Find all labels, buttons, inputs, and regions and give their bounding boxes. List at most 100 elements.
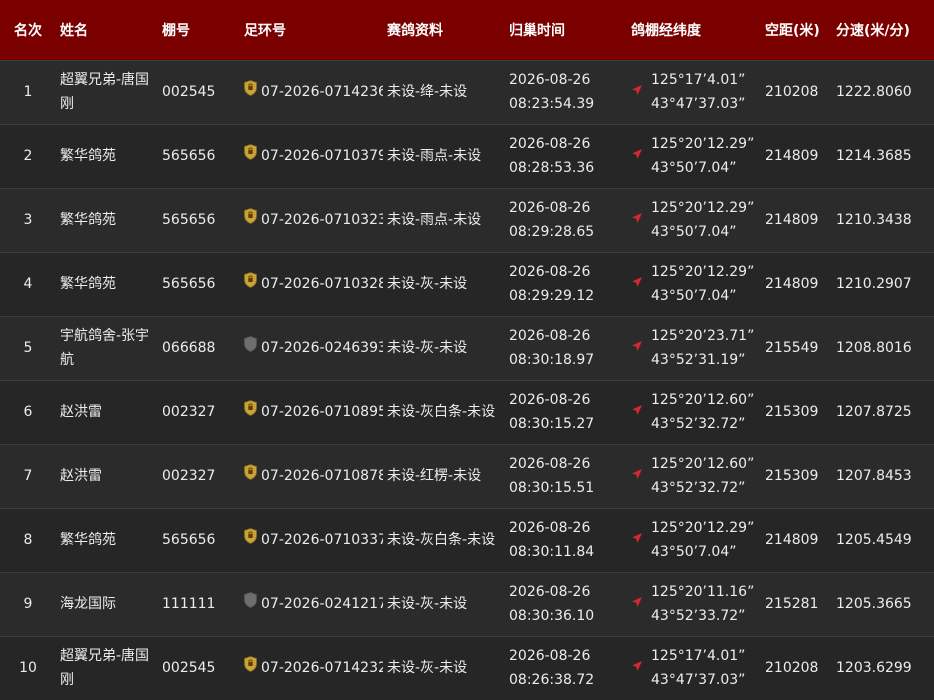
arrival-time: 08:26:38.72 xyxy=(509,672,595,689)
arrival-date: 2026-08-26 xyxy=(509,520,591,536)
location-arrow-icon xyxy=(631,336,651,360)
arrival-time: 08:30:15.51 xyxy=(509,480,595,496)
longitude: 125°17’4.01” xyxy=(651,72,746,88)
arrival-time: 08:29:28.65 xyxy=(509,224,595,240)
table-row: 6 赵洪雷 002327 07-2026-0710895 未设-灰白条-未设 2026-0… xyxy=(0,379,934,444)
arrival-date: 2026-08-26 xyxy=(509,648,591,665)
info-cell: 未设-雨点-未设 xyxy=(383,123,505,188)
header-rank: 名次 xyxy=(14,22,42,39)
speed-cell: 1205.3665 xyxy=(832,571,934,636)
loft-cell: 002545 xyxy=(158,59,240,124)
info-cell: 未设-灰-未设 xyxy=(383,571,505,636)
header-time: 归巢时间 xyxy=(509,22,565,39)
gold-shield-icon xyxy=(244,272,261,296)
gold-shield-icon xyxy=(244,400,261,424)
header-speed: 分速(米/分) xyxy=(836,22,910,39)
ring-number: 07-2026-0710895 xyxy=(261,404,383,420)
location-arrow-icon xyxy=(631,464,651,488)
longitude: 125°20’12.29” xyxy=(651,264,755,280)
longitude: 125°20’11.16” xyxy=(651,584,755,600)
location-arrow-icon xyxy=(631,144,651,168)
arrival-time: 08:30:36.10 xyxy=(509,608,595,624)
info-cell: 未设-灰-未设 xyxy=(383,315,505,380)
loft-cell: 111111 xyxy=(158,571,240,636)
speed-cell: 1210.2907 xyxy=(832,251,934,316)
speed-cell: 1203.6299 xyxy=(832,635,934,700)
rank-cell: 1 xyxy=(0,59,56,124)
loft-cell: 565656 xyxy=(158,123,240,188)
info-cell: 未设-灰-未设 xyxy=(383,251,505,316)
coords-cell: 125°20’12.29” 43°50’7.04” xyxy=(627,251,761,316)
rank-cell: 10 xyxy=(0,635,56,700)
name-cell: 海龙国际 xyxy=(56,571,158,636)
ring-cell: 07-2026-0710895 xyxy=(240,379,383,444)
distance-cell: 215281 xyxy=(761,571,832,636)
header-ring: 足环号 xyxy=(244,22,286,39)
ring-number: 07-2026-0710323 xyxy=(261,212,383,228)
loft-cell: 002545 xyxy=(158,635,240,700)
ring-cell: 07-2026-0710328 xyxy=(240,251,383,316)
rank-cell: 4 xyxy=(0,251,56,316)
ring-number: 07-2026-0710337 xyxy=(261,532,383,548)
gray-shield-icon xyxy=(244,592,261,616)
name-cell: 繁华鸽苑 xyxy=(56,507,158,572)
distance-cell: 214809 xyxy=(761,507,832,572)
gray-shield-icon xyxy=(244,336,261,360)
rank-cell: 5 xyxy=(0,315,56,380)
coords-cell: 125°17’4.01” 43°47’37.03” xyxy=(627,59,761,124)
coords-cell: 125°20’12.60” 43°52’32.72” xyxy=(627,379,761,444)
time-cell: 2026-08-26 08:30:15.27 xyxy=(505,379,627,444)
longitude: 125°20’23.71” xyxy=(651,328,755,344)
latitude: 43°47’37.03” xyxy=(651,672,746,689)
arrival-date: 2026-08-26 xyxy=(509,328,591,344)
latitude: 43°52’33.72” xyxy=(651,608,746,624)
name-cell: 繁华鸽苑 xyxy=(56,123,158,188)
arrival-time: 08:29:29.12 xyxy=(509,288,595,304)
latitude: 43°50’7.04” xyxy=(651,288,737,304)
gold-shield-icon xyxy=(244,144,261,168)
name-cell: 赵洪雷 xyxy=(56,379,158,444)
time-cell: 2026-08-26 08:28:53.36 xyxy=(505,123,627,188)
table-row: 3 繁华鸽苑 565656 07-2026-0710323 未设-雨点-未设 2026-0… xyxy=(0,187,934,252)
table-row: 4 繁华鸽苑 565656 07-2026-0710328 未设-灰-未设 2026-08… xyxy=(0,251,934,316)
arrival-date: 2026-08-26 xyxy=(509,392,591,408)
distance-cell: 214809 xyxy=(761,123,832,188)
longitude: 125°17’4.01” xyxy=(651,648,746,665)
location-arrow-icon xyxy=(631,592,651,616)
ring-number: 07-2026-0714232 xyxy=(261,660,383,677)
table-row: 7 赵洪雷 002327 07-2026-0710878 未设-红楞-未设 2026-08… xyxy=(0,443,934,508)
time-cell: 2026-08-26 08:29:29.12 xyxy=(505,251,627,316)
distance-cell: 214809 xyxy=(761,187,832,252)
gold-shield-icon xyxy=(244,208,261,232)
arrival-date: 2026-08-26 xyxy=(509,200,591,216)
ring-cell: 07-2026-0710878 xyxy=(240,443,383,508)
time-cell: 2026-08-26 08:30:36.10 xyxy=(505,571,627,636)
location-arrow-icon xyxy=(631,400,651,424)
table-row: 9 海龙国际 111111 07-2026-0241217 未设-灰-未设 2026-08… xyxy=(0,571,934,636)
rank-cell: 9 xyxy=(0,571,56,636)
distance-cell: 210208 xyxy=(761,59,832,124)
name-cell: 繁华鸽苑 xyxy=(56,251,158,316)
location-arrow-icon xyxy=(631,656,651,680)
time-cell: 2026-08-26 08:30:18.97 xyxy=(505,315,627,380)
ring-number: 07-2026-0246393 xyxy=(261,340,383,356)
name-cell: 赵洪雷 xyxy=(56,443,158,508)
arrival-time: 08:30:18.97 xyxy=(509,352,595,368)
time-cell: 2026-08-26 08:23:54.39 xyxy=(505,59,627,124)
speed-cell: 1205.4549 xyxy=(832,507,934,572)
location-arrow-icon xyxy=(631,80,651,104)
gold-shield-icon xyxy=(244,656,261,680)
distance-cell: 215549 xyxy=(761,315,832,380)
rank-cell: 7 xyxy=(0,443,56,508)
table-row: 8 繁华鸽苑 565656 07-2026-0710337 未设-灰白条-未设 2026-… xyxy=(0,507,934,572)
table-row: 10 超翼兄弟-唐国刚 002545 07-2026-0714232 未设-灰-未设 20… xyxy=(0,635,934,700)
location-arrow-icon xyxy=(631,528,651,552)
longitude: 125°20’12.60” xyxy=(651,456,755,472)
coords-cell: 125°20’12.29” 43°50’7.04” xyxy=(627,123,761,188)
coords-cell: 125°20’23.71” 43°52’31.19” xyxy=(627,315,761,380)
time-cell: 2026-08-26 08:30:15.51 xyxy=(505,443,627,508)
name-cell: 宇航鸽舍-张宇航 xyxy=(56,315,158,380)
ring-cell: 07-2026-0710337 xyxy=(240,507,383,572)
ring-cell: 07-2026-0710379 xyxy=(240,123,383,188)
latitude: 43°50’7.04” xyxy=(651,224,737,240)
